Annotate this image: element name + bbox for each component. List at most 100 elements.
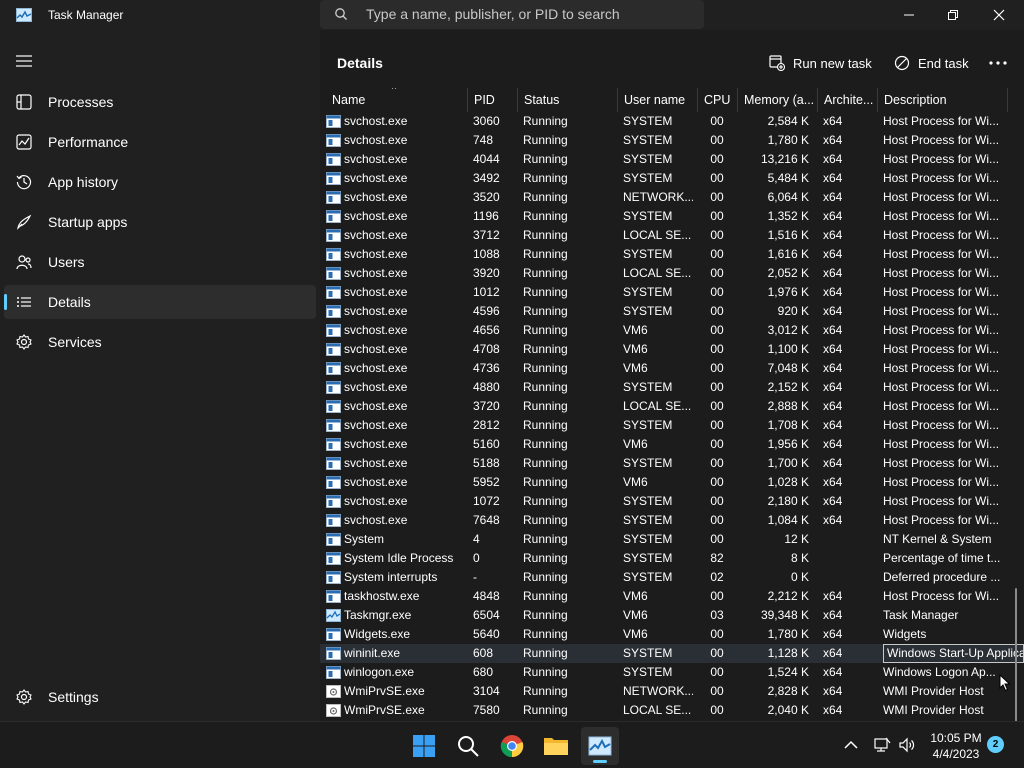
table-row[interactable]: svchost.exe 5188 Running SYSTEM 00 1,700 K x64… <box>320 454 1024 473</box>
start-button[interactable] <box>405 727 443 765</box>
pid-cell: 2812 <box>473 418 500 432</box>
memory-cell: 1,084 K <box>767 513 809 527</box>
pid-cell: 3104 <box>473 684 500 698</box>
pid-cell: 5952 <box>473 475 500 489</box>
table-row[interactable]: taskhostw.exe 4848 Running VM6 00 2,212 K x64 H… <box>320 587 1024 606</box>
table-row[interactable]: System 4 Running SYSTEM 00 12 K NT Kernel & Sy… <box>320 530 1024 549</box>
description-cell: Host Process for Wi... <box>883 361 1000 375</box>
table-row[interactable]: svchost.exe 4708 Running VM6 00 1,100 K x64 Hos… <box>320 340 1024 359</box>
end-task-button[interactable]: End task <box>894 52 969 74</box>
sidebar-item-users[interactable]: Users <box>4 245 316 279</box>
column-header-user-name[interactable]: User name <box>617 88 697 112</box>
minimize-button[interactable] <box>886 0 932 30</box>
process-window-icon <box>326 115 341 128</box>
table-row[interactable]: svchost.exe 1088 Running SYSTEM 00 1,616 K x64… <box>320 245 1024 264</box>
pid-cell: 748 <box>473 133 494 147</box>
table-row[interactable]: svchost.exe 4596 Running SYSTEM 00 920 K x64 Ho… <box>320 302 1024 321</box>
process-name: wininit.exe <box>344 646 401 660</box>
process-name: System Idle Process <box>344 551 454 565</box>
table-row[interactable]: svchost.exe 5952 Running VM6 00 1,028 K x64 Hos… <box>320 473 1024 492</box>
process-window-icon <box>326 666 341 679</box>
chrome-taskbar-button[interactable] <box>493 727 531 765</box>
sidebar-item-startup-apps[interactable]: Startup apps <box>4 205 316 239</box>
table-row[interactable]: svchost.exe 3520 Running NETWORK... 00 6,064 … <box>320 188 1024 207</box>
file-explorer-taskbar-button[interactable] <box>537 727 575 765</box>
sidebar-item-details[interactable]: Details <box>4 285 316 319</box>
column-header-name[interactable]: ^ Name <box>320 88 467 112</box>
memory-cell: 5,484 K <box>767 171 809 185</box>
sidebar-item-processes[interactable]: Processes <box>4 85 316 119</box>
table-row[interactable]: svchost.exe 2812 Running SYSTEM 00 1,708 K x64… <box>320 416 1024 435</box>
process-window-icon <box>326 552 341 565</box>
table-row[interactable]: Taskmgr.exe 6504 Running VM6 03 39,348 K x64 Ta… <box>320 606 1024 625</box>
vertical-scrollbar[interactable] <box>1015 588 1017 721</box>
table-row[interactable]: winlogon.exe 680 Running SYSTEM 00 1,524 K x64… <box>320 663 1024 682</box>
volume-icon[interactable] <box>898 736 916 754</box>
table-row[interactable]: svchost.exe 3920 Running LOCAL SE... 00 2,052… <box>320 264 1024 283</box>
process-name-cell: svchost.exe <box>326 283 466 302</box>
table-row[interactable]: wininit.exe 608 Running SYSTEM 00 1,128 K x64 W… <box>320 644 1024 663</box>
pid-cell: 4880 <box>473 380 500 394</box>
table-row[interactable]: svchost.exe 1072 Running SYSTEM 00 2,180 K x64… <box>320 492 1024 511</box>
system-clock[interactable]: 10:05 PM 4/4/2023 <box>918 730 994 762</box>
architecture-cell: x64 <box>823 152 843 166</box>
table-row[interactable]: svchost.exe 3060 Running SYSTEM 00 2,584 K x64… <box>320 112 1024 131</box>
column-header-description[interactable]: Description <box>877 88 1007 112</box>
column-header-architecture[interactable]: Archite... <box>817 88 877 112</box>
column-header-memory[interactable]: Memory (a... <box>737 88 817 112</box>
column-header-pid[interactable]: PID <box>467 88 517 112</box>
task-manager-taskbar-button[interactable] <box>581 727 619 765</box>
table-row[interactable]: svchost.exe 4736 Running VM6 00 7,048 K x64 Hos… <box>320 359 1024 378</box>
table-row[interactable]: Widgets.exe 5640 Running VM6 00 1,780 K x64 Wid… <box>320 625 1024 644</box>
column-header-cpu[interactable]: CPU <box>697 88 737 112</box>
table-row[interactable]: svchost.exe 7648 Running SYSTEM 00 1,084 K x64… <box>320 511 1024 530</box>
cpu-cell: 00 <box>710 323 724 337</box>
table-row[interactable]: WmiPrvSE.exe 7580 Running LOCAL SE... 00 2,04… <box>320 701 1024 720</box>
sidebar-item-label: Startup apps <box>48 214 128 230</box>
table-row[interactable]: svchost.exe 3720 Running LOCAL SE... 00 2,888… <box>320 397 1024 416</box>
hamburger-menu-icon[interactable] <box>16 54 32 68</box>
restore-button[interactable] <box>930 0 976 30</box>
process-name: svchost.exe <box>344 380 408 394</box>
table-row[interactable]: svchost.exe 1012 Running SYSTEM 00 1,976 K x64… <box>320 283 1024 302</box>
process-window-icon <box>326 210 341 223</box>
table-row[interactable]: svchost.exe 748 Running SYSTEM 00 1,780 K x64 H… <box>320 131 1024 150</box>
close-button[interactable] <box>976 0 1022 30</box>
table-row[interactable]: svchost.exe 1196 Running SYSTEM 00 1,352 K x64… <box>320 207 1024 226</box>
table-row[interactable]: svchost.exe 4656 Running VM6 00 3,012 K x64 Hos… <box>320 321 1024 340</box>
sidebar-item-app-history[interactable]: App history <box>4 165 316 199</box>
more-options-icon[interactable] <box>986 52 1010 74</box>
table-row[interactable]: svchost.exe 5160 Running VM6 00 1,956 K x64 Hos… <box>320 435 1024 454</box>
sidebar-item-performance[interactable]: Performance <box>4 125 316 159</box>
pid-cell: 7580 <box>473 703 500 717</box>
memory-cell: 2,212 K <box>767 589 809 603</box>
user-name-cell: VM6 <box>623 475 648 489</box>
search-box[interactable] <box>320 0 704 29</box>
network-icon[interactable] <box>873 736 891 754</box>
column-header-label: Status <box>524 93 560 107</box>
task-manager-icon <box>588 736 612 756</box>
table-row[interactable]: System interrupts - Running SYSTEM 02 0 K Defe… <box>320 568 1024 587</box>
table-row[interactable]: svchost.exe 3712 Running LOCAL SE... 00 1,516… <box>320 226 1024 245</box>
taskbar-search-button[interactable] <box>449 727 487 765</box>
search-input[interactable] <box>366 4 686 24</box>
run-new-task-button[interactable]: Run new task <box>769 52 872 74</box>
description-cell: Deferred procedure ... <box>883 570 1001 584</box>
table-row[interactable]: svchost.exe 4880 Running SYSTEM 00 2,152 K x64… <box>320 378 1024 397</box>
sidebar-item-settings[interactable]: Settings <box>4 680 316 714</box>
process-window-icon <box>326 362 341 375</box>
table-row[interactable]: svchost.exe 4044 Running SYSTEM 00 13,216 K x6… <box>320 150 1024 169</box>
pid-cell: - <box>473 570 477 584</box>
table-row[interactable]: System Idle Process 0 Running SYSTEM 82 8 K Pe… <box>320 549 1024 568</box>
status-cell: Running <box>523 361 568 375</box>
sidebar-item-services[interactable]: Services <box>4 325 316 359</box>
architecture-cell <box>823 568 879 587</box>
column-header-status[interactable]: Status <box>517 88 617 112</box>
notification-badge[interactable]: 2 <box>987 736 1004 753</box>
chevron-up-icon[interactable] <box>842 736 860 754</box>
table-row[interactable]: WmiPrvSE.exe 3104 Running NETWORK... 00 2,828… <box>320 682 1024 701</box>
column-header-label: PID <box>474 93 495 107</box>
task-manager-process-icon <box>326 609 341 622</box>
processes-icon <box>16 94 32 110</box>
table-row[interactable]: svchost.exe 3492 Running SYSTEM 00 5,484 K x64… <box>320 169 1024 188</box>
